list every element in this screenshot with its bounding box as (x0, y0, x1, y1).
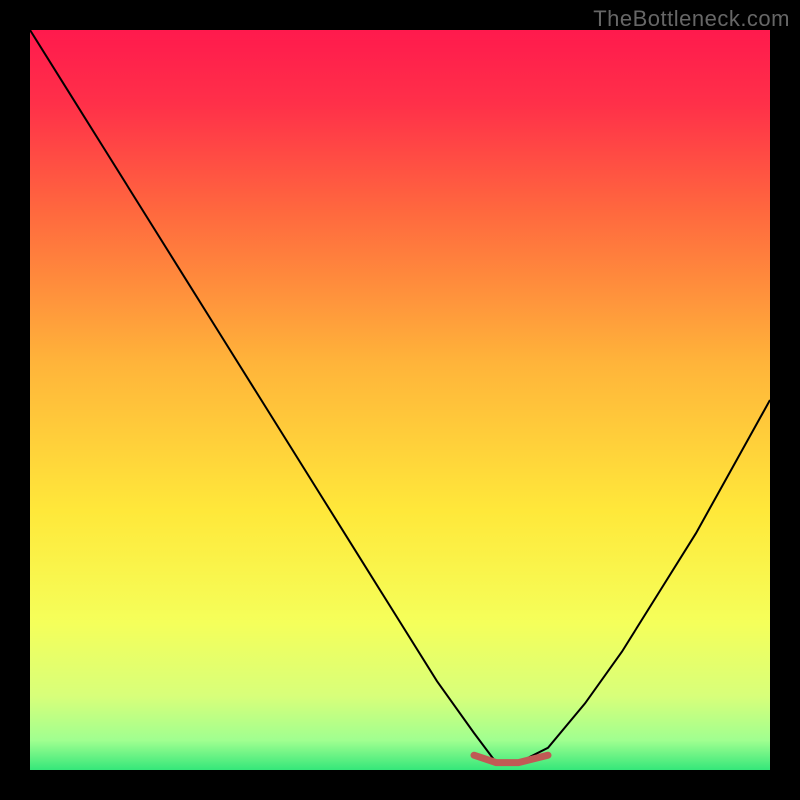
watermark-text: TheBottleneck.com (593, 6, 790, 32)
chart-frame: TheBottleneck.com (0, 0, 800, 800)
bottleneck-chart (30, 30, 770, 770)
plot-area (30, 30, 770, 770)
gradient-background (30, 30, 770, 770)
